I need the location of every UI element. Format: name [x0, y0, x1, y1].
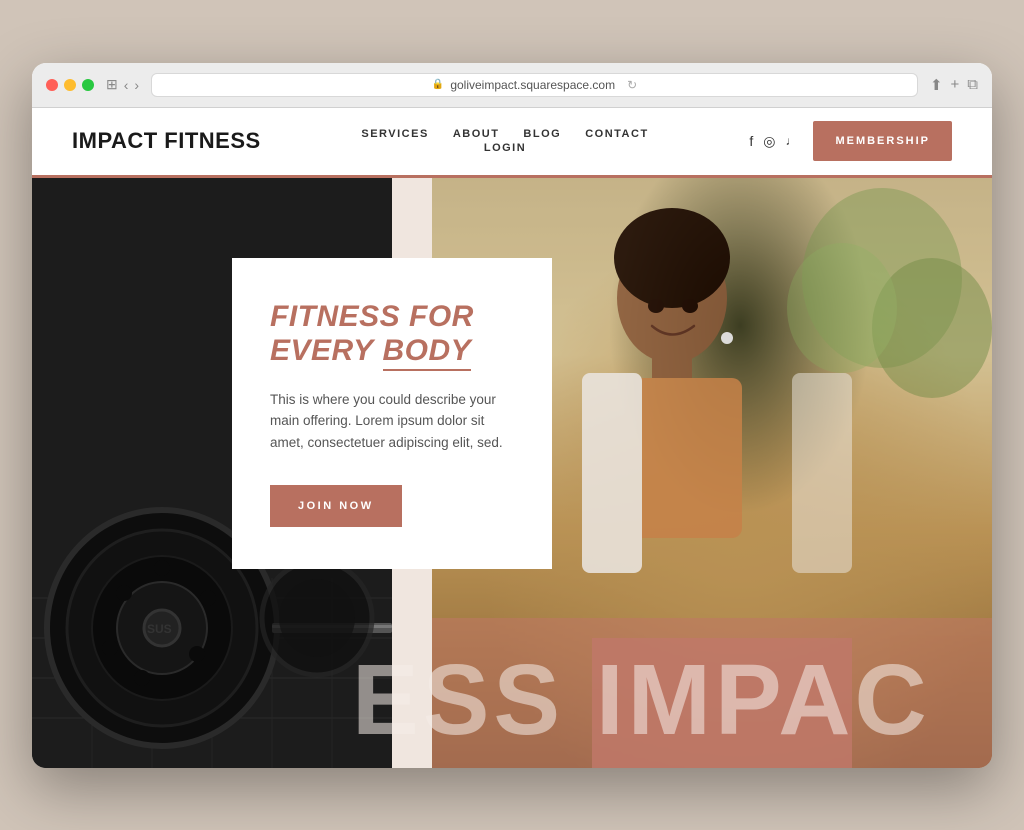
content-card: FITNESS FOR EVERY BODY This is where you… — [232, 258, 552, 570]
traffic-lights — [46, 79, 94, 91]
url-text: goliveimpact.squarespace.com — [450, 78, 615, 92]
window-icon: ⊞ — [106, 76, 118, 93]
refresh-icon: ↻ — [627, 78, 637, 92]
browser-controls: ⊞ ‹ › — [106, 76, 139, 93]
tabs-icon[interactable]: ⧉ — [967, 76, 978, 94]
headline-line1: FITNESS FOR — [270, 300, 474, 333]
nav-right: f ◎ ♩ MEMBERSHIP — [749, 121, 952, 161]
nav-links-row2: LOGIN — [484, 142, 526, 154]
nav-contact[interactable]: CONTACT — [585, 128, 648, 140]
new-tab-icon[interactable]: + — [951, 76, 960, 94]
browser-actions: ⬆ + ⧉ — [930, 76, 978, 94]
facebook-icon[interactable]: f — [749, 133, 753, 149]
headline: FITNESS FOR EVERY BODY — [270, 300, 514, 369]
nav-center: SERVICES ABOUT BLOG CONTACT LOGIN — [361, 128, 648, 154]
browser-chrome: ⊞ ‹ › 🔒 goliveimpact.squarespace.com ↻ ⬆… — [32, 63, 992, 108]
forward-button[interactable]: › — [134, 77, 139, 93]
site-logo[interactable]: IMPACT FITNESS — [72, 128, 261, 154]
instagram-icon[interactable]: ◎ — [763, 133, 775, 150]
nav-about[interactable]: ABOUT — [453, 128, 500, 140]
maximize-button[interactable] — [82, 79, 94, 91]
tiktok-icon[interactable]: ♩ — [785, 134, 797, 148]
back-button[interactable]: ‹ — [124, 77, 129, 93]
accent-block — [592, 638, 852, 768]
nav-login[interactable]: LOGIN — [484, 142, 526, 154]
headline-line2: EVERY — [270, 334, 374, 367]
website: IMPACT FITNESS SERVICES ABOUT BLOG CONTA… — [32, 108, 992, 768]
nav-services[interactable]: SERVICES — [361, 128, 428, 140]
join-now-button[interactable]: JOIN NOW — [270, 485, 402, 527]
browser-window: ⊞ ‹ › 🔒 goliveimpact.squarespace.com ↻ ⬆… — [32, 63, 992, 768]
nav-links-row1: SERVICES ABOUT BLOG CONTACT — [361, 128, 648, 140]
hero-section: SUS — [32, 178, 992, 768]
nav-blog[interactable]: BLOG — [523, 128, 561, 140]
lock-icon: 🔒 — [432, 79, 444, 90]
svg-text:SUS: SUS — [147, 622, 172, 636]
headline-line2-bold: BODY — [383, 334, 472, 371]
address-bar[interactable]: 🔒 goliveimpact.squarespace.com ↻ — [151, 73, 918, 97]
body-text: This is where you could describe your ma… — [270, 389, 514, 454]
social-icons: f ◎ ♩ — [749, 133, 797, 150]
minimize-button[interactable] — [64, 79, 76, 91]
close-button[interactable] — [46, 79, 58, 91]
membership-button[interactable]: MEMBERSHIP — [813, 121, 952, 161]
navigation: IMPACT FITNESS SERVICES ABOUT BLOG CONTA… — [32, 108, 992, 178]
share-icon[interactable]: ⬆ — [930, 76, 943, 94]
